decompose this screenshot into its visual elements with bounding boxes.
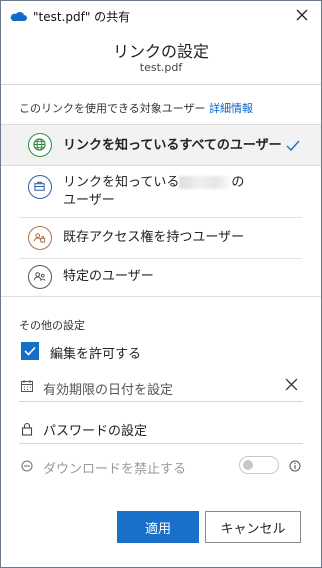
header-divider (1, 84, 321, 85)
close-icon[interactable] (293, 6, 311, 24)
file-name: test.pdf (139, 61, 183, 74)
block-download-row: ダウンロードを禁止する (19, 456, 303, 478)
checkmark-icon (24, 346, 36, 356)
block-download-label: ダウンロードを禁止する (43, 462, 187, 477)
cancel-button[interactable]: キャンセル (205, 511, 301, 543)
selected-check-icon (286, 140, 300, 152)
apply-button[interactable]: 適用 (117, 511, 199, 543)
calendar-icon (21, 380, 33, 392)
option-existing-access[interactable]: 既存アクセス権を持つユーザー (1, 218, 321, 258)
password-row[interactable]: パスワードの設定 (19, 418, 303, 440)
expiration-underline (19, 401, 303, 402)
option-organization-line2: ユーザー (63, 193, 115, 208)
option-specific-people[interactable]: 特定のユーザー (1, 259, 321, 295)
lock-icon (21, 422, 33, 436)
learn-more-link[interactable]: 詳細情報 (209, 102, 253, 115)
window-title: "test.pdf" の共有 (33, 10, 131, 24)
block-download-toggle[interactable] (239, 456, 279, 474)
page-title: リンクの設定 (112, 42, 209, 61)
organization-icon (28, 175, 52, 199)
specific-people-icon (28, 265, 52, 289)
option-specific-people-label: 特定のユーザー (63, 269, 154, 284)
onedrive-cloud-icon (10, 12, 27, 21)
option-anyone-label: リンクを知っているすべてのユーザー (63, 138, 282, 153)
option-organization-label: リンクを知っている の ユーザー (63, 174, 244, 210)
audience-label: このリンクを使用できる対象ユーザー 詳細情報 (19, 100, 253, 116)
block-icon (21, 460, 33, 472)
password-underline (19, 443, 303, 444)
allow-editing-checkbox[interactable] (21, 342, 39, 360)
option-organization-suffix: の (231, 175, 245, 190)
existing-access-icon (28, 226, 52, 250)
info-icon[interactable] (289, 460, 301, 472)
password-input[interactable]: パスワードの設定 (43, 420, 147, 439)
allow-editing-label: 編集を許可する (50, 347, 142, 362)
title-bar: "test.pdf" の共有 (1, 1, 321, 31)
expiration-date-input[interactable]: 有効期限の日付を設定 (43, 379, 173, 398)
expiration-row[interactable]: 有効期限の日付を設定 (19, 376, 303, 398)
option-existing-access-label: 既存アクセス権を持つユーザー (63, 230, 245, 245)
allow-editing-row: 編集を許可する (19, 342, 303, 362)
option-organization[interactable]: リンクを知っている の ユーザー (1, 166, 321, 216)
other-settings-label: その他の設定 (19, 319, 85, 332)
option-anyone[interactable]: リンクを知っているすべてのユーザー (1, 124, 321, 166)
audience-label-text: このリンクを使用できる対象ユーザー (19, 102, 206, 115)
toggle-knob (243, 460, 253, 470)
globe-icon (28, 133, 52, 157)
redacted-org-name (179, 176, 232, 189)
section-divider (1, 296, 321, 297)
clear-date-icon[interactable] (285, 378, 298, 391)
option-organization-line1: リンクを知っている (63, 175, 180, 190)
